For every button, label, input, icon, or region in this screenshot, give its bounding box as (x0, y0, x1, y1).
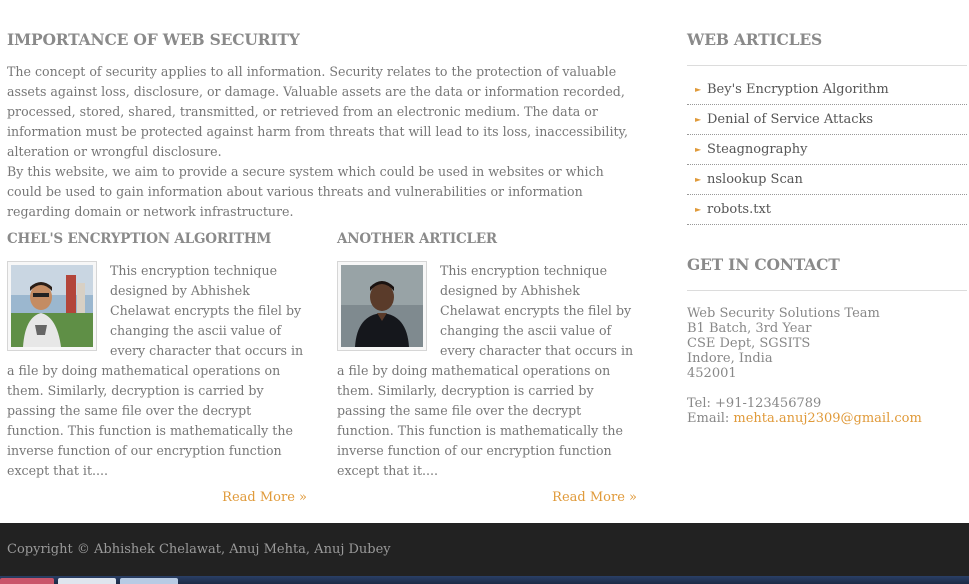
sidebar-article-label: Steagnography (707, 142, 808, 157)
contact-tel: Tel: +91-123456789 (687, 396, 822, 411)
sidebar-article-link[interactable]: ► nslookup Scan (687, 166, 967, 195)
contact-title: GET IN CONTACT (687, 255, 967, 291)
sidebar-article-link[interactable]: ► Bey's Encryption Algorithm (687, 76, 967, 105)
article-title: CHEL'S ENCRYPTION ALGORITHM (7, 231, 272, 247)
contact-dept: CSE Dept, SGSITS (687, 336, 811, 351)
contact-info: Web Security Solutions Team B1 Batch, 3r… (687, 306, 967, 426)
read-more-link[interactable]: Read More » (7, 481, 307, 505)
sidebar-article-label: nslookup Scan (707, 172, 803, 187)
sidebar-article-label: Denial of Service Attacks (707, 112, 874, 127)
arrow-bullet-icon: ► (695, 205, 702, 214)
email-link[interactable]: mehta.anuj2309@gmail.com (733, 411, 921, 426)
article-title: ANOTHER ARTICLER (337, 231, 497, 247)
article-list: ► Bey's Encryption Algorithm ► Denial of S… (687, 76, 967, 225)
sidebar-article-link[interactable]: ► robots.txt (687, 196, 967, 225)
article-card: CHEL'S ENCRYPTION ALGORITHM This encrypt… (7, 231, 307, 505)
arrow-bullet-icon: ► (695, 145, 702, 154)
contact-pincode: 452001 (687, 366, 737, 381)
article-card: ANOTHER ARTICLER This encryption techniq… (337, 231, 637, 505)
contact-email-row: Email: mehta.anuj2309@gmail.com (687, 411, 967, 426)
contact-city: Indore, India (687, 351, 773, 366)
main-content: IMPORTANCE OF WEB SECURITY The concept o… (7, 30, 637, 505)
intro-text: The concept of security applies to all i… (7, 62, 637, 222)
sidebar: WEB ARTICLES ► Bey's Encryption Algorithm… (687, 30, 967, 426)
author-photo-image (11, 265, 93, 347)
author-photo-image (341, 265, 423, 347)
sidebar-article-label: robots.txt (707, 202, 771, 217)
arrow-bullet-icon: ► (695, 175, 702, 184)
sidebar-article-label: Bey's Encryption Algorithm (707, 82, 889, 97)
intro-paragraph-2: By this website, we aim to provide a sec… (7, 164, 604, 219)
taskbar-button[interactable] (0, 578, 54, 584)
contact-batch: B1 Batch, 3rd Year (687, 321, 812, 336)
author-photo (337, 261, 427, 351)
arrow-bullet-icon: ► (695, 85, 702, 94)
intro-paragraph-1: The concept of security applies to all i… (7, 64, 628, 159)
os-taskbar (0, 576, 969, 584)
web-articles-title: WEB ARTICLES (687, 30, 967, 66)
contact-email-label: Email: (687, 411, 734, 426)
sidebar-article-link[interactable]: ► Steagnography (687, 136, 967, 165)
contact-team: Web Security Solutions Team (687, 306, 880, 321)
arrow-bullet-icon: ► (695, 115, 702, 124)
read-more-link[interactable]: Read More » (337, 481, 637, 505)
taskbar-button[interactable] (120, 578, 178, 584)
copyright-text: Copyright © Abhishek Chelawat, Anuj Meht… (7, 542, 391, 557)
author-photo (7, 261, 97, 351)
page-title: IMPORTANCE OF WEB SECURITY (7, 30, 300, 49)
sidebar-article-link[interactable]: ► Denial of Service Attacks (687, 106, 967, 135)
footer: Copyright © Abhishek Chelawat, Anuj Meht… (0, 523, 969, 584)
taskbar-button[interactable] (58, 578, 116, 584)
